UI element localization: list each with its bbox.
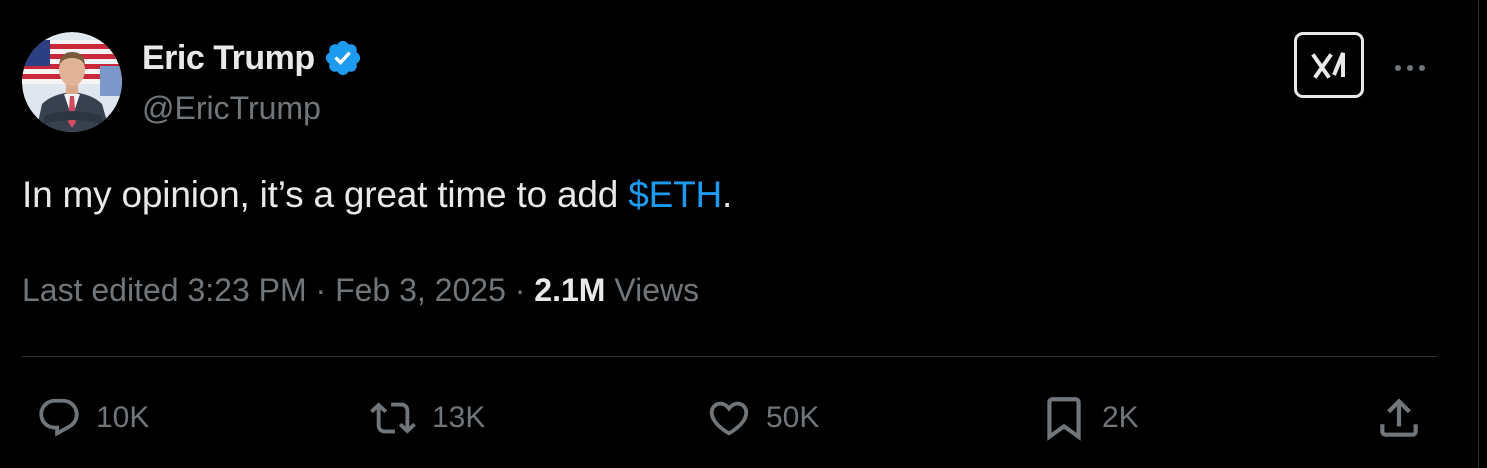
tweet-text-after: . (722, 174, 733, 215)
repost-button[interactable]: 13K (366, 392, 485, 444)
tweet-date[interactable]: Feb 3, 2025 (335, 272, 506, 308)
bookmark-icon (1047, 397, 1081, 441)
author-name-row: Eric Trump (142, 38, 363, 78)
views-label: Views (614, 272, 700, 308)
tweet-text: In my opinion, it’s a great time to add … (22, 174, 732, 216)
edited-timestamp[interactable]: Last edited 3:23 PM (22, 272, 307, 308)
repost-count: 13K (432, 401, 486, 434)
meta-separator: · (514, 272, 526, 308)
share-icon (1380, 398, 1418, 437)
profile-photo (22, 32, 122, 132)
tweet-text-before: In my opinion, it’s a great time to add (22, 174, 629, 215)
avatar[interactable] (22, 32, 122, 132)
more-options-button[interactable] (1388, 48, 1432, 88)
repost-icon (370, 402, 416, 434)
tweet-header: Eric Trump @EricTrump (22, 32, 1442, 132)
bookmark-count: 2K (1102, 401, 1139, 434)
author-handle[interactable]: @EricTrump (142, 90, 321, 127)
tweet-actions: 10K 13K 50K 2K (0, 392, 1487, 444)
tweet-meta: Last edited 3:23 PM · Feb 3, 2025 · 2.1M… (22, 272, 699, 309)
cashtag-link[interactable]: $ETH (628, 174, 722, 215)
grok-icon (1311, 52, 1345, 79)
heart-icon (709, 401, 749, 436)
more-icon (1395, 65, 1425, 71)
grok-button[interactable] (1294, 32, 1364, 98)
verified-badge-icon[interactable] (323, 38, 363, 78)
reply-button[interactable]: 10K (34, 392, 149, 444)
like-button[interactable]: 50K (704, 392, 819, 444)
views-count: 2.1M (534, 272, 606, 308)
reply-icon (39, 398, 79, 437)
share-button[interactable] (1374, 392, 1424, 444)
meta-separator: · (315, 272, 327, 308)
bookmark-button[interactable]: 2K (1038, 392, 1139, 444)
author-display-name[interactable]: Eric Trump (142, 39, 315, 78)
divider (22, 356, 1437, 357)
reply-count: 10K (96, 401, 150, 434)
like-count: 50K (766, 401, 820, 434)
